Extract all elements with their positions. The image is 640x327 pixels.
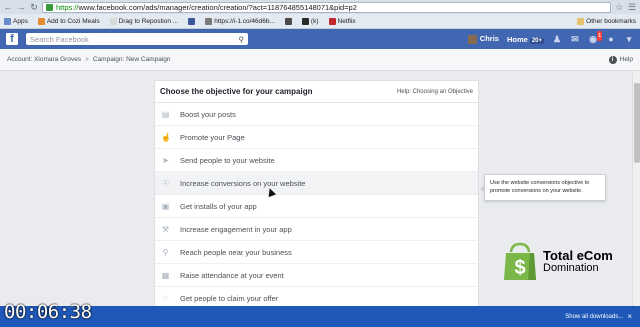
download-bar: Show all downloads... × (0, 306, 640, 327)
objective-list: ▤ Boost your posts ☝ Promote your Page ➤… (155, 103, 478, 307)
search-input[interactable]: Search Facebook ⚲ (26, 33, 248, 45)
netflix-icon (328, 17, 336, 25)
objective-event-responses[interactable]: ▦ Raise attendance at your event (155, 264, 478, 287)
panel-header: Choose the objective for your campaign H… (155, 81, 478, 103)
map-pin-icon: ⚲ (162, 247, 169, 257)
bookmarks-bar: Apps Add to Cozi Meals Drag to Repostion… (0, 14, 640, 29)
page-icon (37, 17, 45, 25)
search-placeholder: Search Facebook (30, 34, 89, 44)
browser-toolbar: ← → ↻ https:// www.facebook.com/ads/mana… (0, 0, 640, 14)
folder-icon (577, 17, 585, 25)
cursor-icon: ➤ (162, 155, 169, 165)
close-icon[interactable]: × (627, 312, 632, 321)
home-count-badge: 20+ (529, 37, 544, 44)
url-scheme: https:// (56, 2, 79, 12)
thumbs-up-icon: ☝ (161, 132, 171, 142)
box-icon: ▣ (161, 201, 170, 211)
bookmark-item[interactable] (284, 17, 292, 25)
objective-app-engagement[interactable]: ⚒ Increase engagement in your app (155, 218, 478, 241)
friend-requests-icon[interactable]: ♟ (552, 34, 562, 44)
facebook-icon (188, 17, 196, 25)
objective-local-awareness[interactable]: ⚲ Reach people near your business (155, 241, 478, 264)
page-icon (205, 17, 213, 25)
breadcrumb: Account: Xiomara Groves > Campaign: New … (0, 49, 640, 71)
scrollbar-thumb[interactable] (634, 83, 640, 163)
objective-tooltip: Use the website conversions objective to… (480, 174, 606, 201)
objective-boost-posts[interactable]: ▤ Boost your posts (155, 103, 478, 126)
page-icon (109, 17, 117, 25)
lock-shortcut-icon[interactable]: ● (606, 34, 616, 44)
bookmark-item[interactable]: Drag to Repostion ... (109, 17, 178, 25)
forward-icon[interactable]: → (16, 2, 26, 12)
search-icon[interactable]: ⚲ (239, 35, 245, 44)
page-icon (284, 17, 292, 25)
objective-app-installs[interactable]: ▣ Get installs of your app (155, 195, 478, 218)
shopping-bag-icon: $ (504, 242, 536, 280)
help-objective-link[interactable]: Help: Choosing an Objective (397, 89, 473, 95)
page-icon (301, 17, 309, 25)
posts-icon: ▤ (161, 109, 170, 119)
calendar-icon: ▦ (161, 270, 170, 280)
objective-offer-claims[interactable]: ♢ Get people to claim your offer (155, 287, 478, 307)
facebook-navbar: f Search Facebook ⚲ Chris Home 20+ ♟ ✉ ◉ 1… (0, 29, 640, 49)
objective-website-conversions[interactable]: ☉ Increase conversions on your website (155, 172, 478, 195)
info-icon: i (608, 55, 617, 64)
tag-icon: ♢ (161, 293, 170, 303)
objective-panel: Choose the objective for your campaign H… (154, 80, 479, 308)
facebook-logo[interactable]: f (6, 33, 18, 45)
apps-icon (4, 17, 11, 25)
bookmark-item[interactable]: Add to Cozi Meals (37, 17, 100, 25)
bookmark-item[interactable] (188, 17, 196, 25)
address-bar[interactable]: https:// www.facebook.com/ads/manager/cr… (42, 1, 611, 13)
profile-link[interactable]: Chris (467, 34, 499, 44)
avatar (467, 34, 477, 44)
breadcrumb-account[interactable]: Account: Xiomara Groves (7, 56, 81, 63)
globe-icon: ☉ (161, 178, 170, 188)
page-title: Choose the objective for your campaign (160, 87, 313, 96)
brand-watermark: $ Total eCom Domination (502, 240, 622, 284)
home-link[interactable]: Home 20+ (507, 35, 544, 44)
notification-badge: 1 (597, 31, 602, 41)
bookmark-item[interactable]: (k) (301, 17, 319, 25)
bookmark-star-icon[interactable]: ☆ (614, 2, 624, 12)
wrench-icon: ⚒ (161, 224, 170, 234)
brand-text: Total eCom Domination (543, 249, 613, 275)
breadcrumb-separator: > (85, 56, 89, 63)
objective-website-clicks[interactable]: ➤ Send people to your website (155, 149, 478, 172)
lock-icon (46, 3, 53, 11)
help-button[interactable]: i Help (608, 55, 633, 64)
svg-text:$: $ (514, 257, 525, 279)
bookmark-item[interactable]: Apps (4, 17, 28, 25)
messages-icon[interactable]: ✉ (570, 34, 580, 44)
back-icon[interactable]: ← (3, 2, 13, 12)
bookmark-item[interactable]: https://i-1.co/46d6b... (205, 17, 275, 25)
brand-line1: Total eCom (543, 248, 613, 263)
navbar-right: Chris Home 20+ ♟ ✉ ◉ 1 ● ▾ (467, 31, 634, 44)
reload-icon[interactable]: ↻ (29, 2, 39, 12)
url-text: www.facebook.com/ads/manager/creation/cr… (78, 2, 357, 12)
breadcrumb-campaign[interactable]: Campaign: New Campaign (93, 56, 171, 63)
dropdown-icon[interactable]: ▾ (624, 34, 634, 44)
show-all-downloads-link[interactable]: Show all downloads... × (565, 312, 632, 321)
notifications-icon[interactable]: ◉ 1 (588, 31, 602, 44)
brand-line2: Domination (543, 262, 599, 274)
other-bookmarks[interactable]: Other bookmarks (577, 17, 636, 25)
page-scrollbar[interactable] (632, 71, 640, 306)
video-timecode: 00:06:38 (4, 301, 92, 323)
bookmark-item[interactable]: Netflix (328, 17, 356, 25)
objective-promote-page[interactable]: ☝ Promote your Page (155, 126, 478, 149)
browser-menu-icon[interactable]: ☰ (627, 2, 637, 12)
